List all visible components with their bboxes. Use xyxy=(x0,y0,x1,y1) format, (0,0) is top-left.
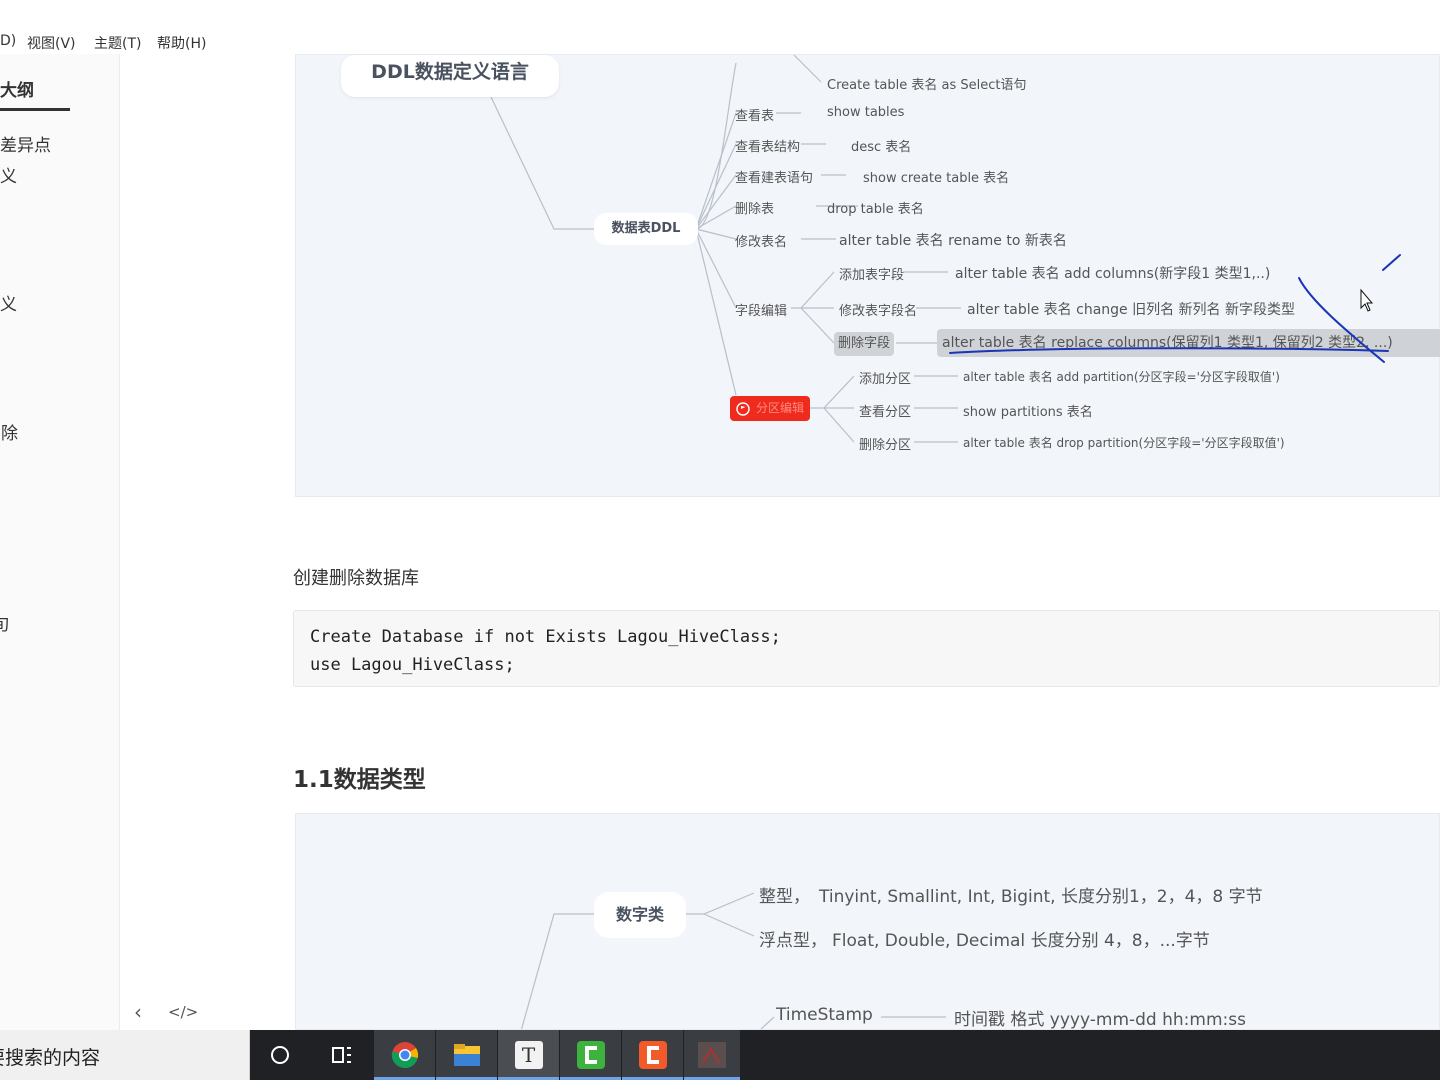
chrome-icon xyxy=(391,1042,418,1069)
mindmap-leaf[interactable]: Tinyint, Smallint, Int, Bigint, 长度分别1，2，… xyxy=(819,882,1263,907)
mindmap-ddl-figure: DDL数据定义语言 数据表DDL Create table 表名 as Sele… xyxy=(295,54,1440,497)
mindmap-leaf-selected[interactable]: alter table 表名 replace columns(保留列1 类型1,… xyxy=(937,329,1440,357)
menu-item-theme[interactable]: 主题(T) xyxy=(94,33,141,53)
mindmap-leaf[interactable]: alter table 表名 rename to 新表名 xyxy=(839,230,1067,250)
outline-item[interactable]: 删除 xyxy=(0,419,18,444)
mindmap-branch-node[interactable]: 数字类 xyxy=(594,892,686,938)
outline-item[interactable]: 旬 xyxy=(0,610,9,635)
mindmap-node-label[interactable]: 添加表字段 xyxy=(839,264,904,283)
outline-item[interactable]: 定义 xyxy=(0,290,17,315)
mindmap-leaf[interactable]: alter table 表名 add partition(分区字段='分区字段取… xyxy=(963,368,1280,385)
mindmap-datatypes-figure: 数字类 整型， Tinyint, Smallint, Int, Bigint, … xyxy=(295,813,1440,1030)
mindmap-node-label[interactable]: 修改表字段名 xyxy=(839,300,917,319)
partition-node[interactable]: 分区编辑 xyxy=(730,396,810,421)
mindmap-node-label: 删除字段 xyxy=(837,336,890,351)
menu-item-view[interactable]: 视图(V) xyxy=(27,33,76,53)
task-view-button[interactable] xyxy=(312,1030,372,1080)
source-code-icon[interactable]: </> xyxy=(168,1003,198,1021)
mindmap-node-label[interactable]: 查看表结构 xyxy=(735,136,800,155)
mindmap-leaf[interactable]: show partitions 表名 xyxy=(963,401,1093,420)
camtasia-green-icon xyxy=(576,1041,605,1069)
mindmap-branch-label: 数字类 xyxy=(615,905,664,924)
mindmap2-connectors xyxy=(520,892,946,1029)
typora-letter: T xyxy=(521,1043,536,1067)
flag-icon xyxy=(736,402,750,416)
cortana-button[interactable] xyxy=(250,1030,310,1080)
mindmap-node-label[interactable]: 修改表名 xyxy=(735,231,787,250)
chevron-left-icon[interactable]: ‹ xyxy=(134,1000,142,1024)
code-line: use Lagou_HiveClass; xyxy=(310,655,515,675)
mindmap-node-label[interactable]: 删除分区 xyxy=(859,434,911,453)
mindmap-leaf[interactable]: alter table 表名 drop partition(分区字段='分区字段… xyxy=(963,434,1285,451)
task-view-icon xyxy=(332,1047,351,1063)
app-thumbnail-icon xyxy=(698,1042,726,1068)
mindmap-branch-label: 数据表DDL xyxy=(611,221,681,236)
mindmap-node-label[interactable]: 整型， xyxy=(759,882,810,907)
mindmap-leaf[interactable]: drop table 表名 xyxy=(827,198,924,217)
mindmap-leaf[interactable]: desc 表名 xyxy=(851,136,911,155)
outline-item[interactable]: 差异点 xyxy=(0,131,51,156)
mindmap-node-label[interactable]: 查看分区 xyxy=(859,401,911,420)
mindmap-leaf[interactable]: Float, Double, Decimal 长度分别 4，8，...字节 xyxy=(832,926,1210,951)
mindmap-leaf[interactable]: show create table 表名 xyxy=(863,167,1009,186)
mindmap-node-selected[interactable]: 删除字段 xyxy=(834,332,894,356)
code-line: Create Database if not Exists Lagou_Hive… xyxy=(310,627,781,647)
mindmap-root-node[interactable]: DDL数据定义语言 xyxy=(341,55,559,97)
code-block[interactable]: Create Database if not Exists Lagou_Hive… xyxy=(293,610,1440,687)
menu-item-edit[interactable]: D) xyxy=(0,33,16,49)
mindmap-node-label[interactable]: 添加分区 xyxy=(859,368,911,387)
cortana-icon xyxy=(271,1046,289,1064)
file-explorer-button[interactable] xyxy=(436,1030,497,1080)
typora-icon: T xyxy=(514,1041,543,1069)
menu-item-help[interactable]: 帮助(H) xyxy=(157,33,206,53)
mindmap-leaf[interactable]: 时间戳 格式 yyyy-mm-dd hh:mm:ss xyxy=(954,1005,1246,1029)
sidebar-footer: ‹ </> xyxy=(0,1000,198,1030)
mindmap-node-label[interactable]: 查看建表语句 xyxy=(735,167,813,186)
mindmap-node-label[interactable]: 删除表 xyxy=(735,198,774,217)
app-thumbnail-button[interactable] xyxy=(684,1030,740,1080)
search-placeholder: 要搜索的内容 xyxy=(0,1047,101,1069)
typora-button[interactable]: T xyxy=(498,1030,559,1080)
mindmap-leaf[interactable]: Create table 表名 as Select语句 xyxy=(827,74,1027,93)
mindmap-node-label[interactable]: 字段编辑 xyxy=(735,300,787,319)
chrome-taskbar-button[interactable] xyxy=(374,1030,435,1080)
mindmap-leaf-label: alter table 表名 replace columns(保留列1 类型1,… xyxy=(942,335,1393,351)
outline-tab[interactable]: 大纲 xyxy=(0,74,70,111)
mindmap-node-label[interactable]: 浮点型， xyxy=(759,926,827,951)
menu-bar: D) 视图(V) 主题(T) 帮助(H) xyxy=(0,30,1440,54)
camtasia-orange-button[interactable] xyxy=(622,1030,683,1080)
sidebar: 大纲 差异点 义 定义 删除 旬 ‹ </> xyxy=(0,54,198,1030)
file-explorer-icon xyxy=(453,1044,480,1066)
section-heading: 创建删除数据库 xyxy=(293,568,419,589)
mindmap-leaf[interactable]: show tables xyxy=(827,105,904,120)
taskbar: T xyxy=(250,1030,1440,1080)
heading-data-types: 1.1数据类型 xyxy=(293,767,426,793)
mindmap-node-label[interactable]: TimeStamp xyxy=(776,1005,873,1025)
mindmap-branch-node[interactable]: 数据表DDL xyxy=(594,213,698,245)
mindmap-leaf[interactable]: alter table 表名 change 旧列名 新列名 新字段类型 xyxy=(967,299,1295,319)
mindmap-leaf[interactable]: alter table 表名 add columns(新字段1 类型1,..) xyxy=(955,263,1270,283)
mindmap-node-label[interactable]: 查看表 xyxy=(735,105,774,124)
partition-node-label: 分区编辑 xyxy=(756,401,805,415)
camtasia-orange-icon xyxy=(638,1041,667,1069)
camtasia-green-button[interactable] xyxy=(560,1030,621,1080)
mindmap-root-label: DDL数据定义语言 xyxy=(371,61,529,83)
search-input[interactable]: 要搜索的内容 xyxy=(0,1030,250,1080)
outline-item[interactable]: 义 xyxy=(0,162,17,187)
